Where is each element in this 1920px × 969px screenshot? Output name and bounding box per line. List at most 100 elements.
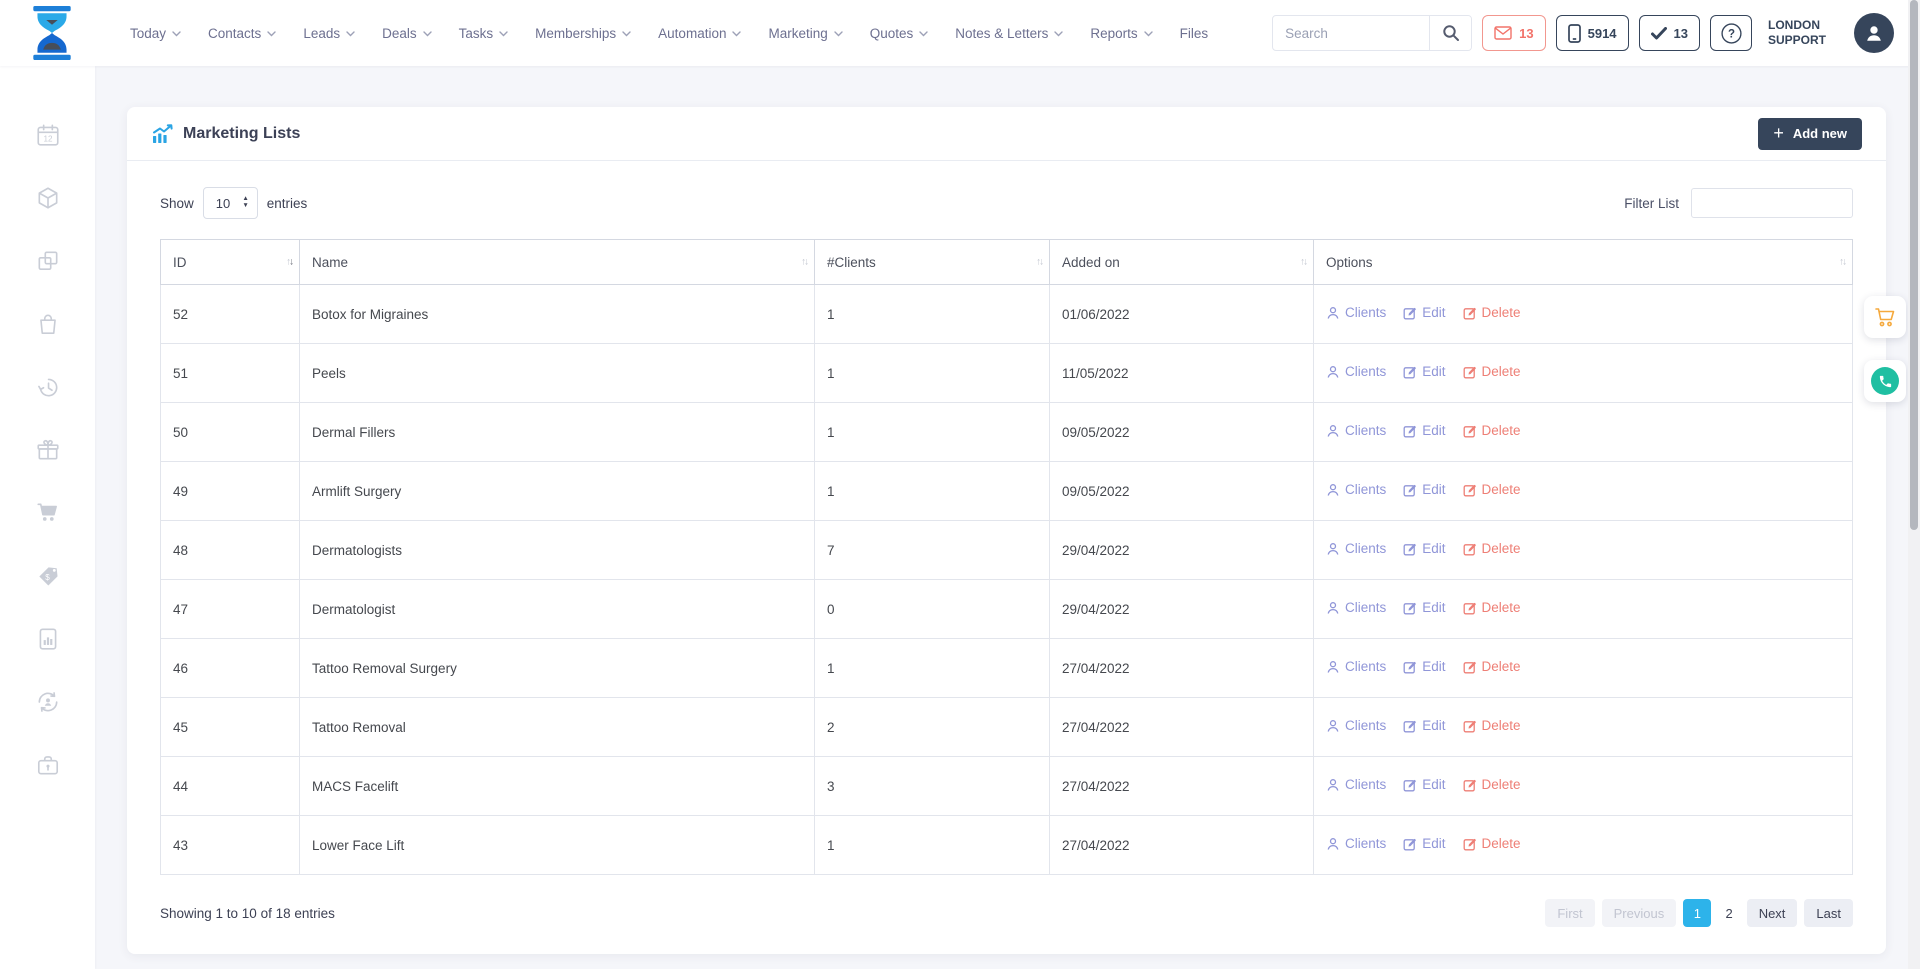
- add-new-button[interactable]: + Add new: [1758, 118, 1862, 150]
- avatar[interactable]: [1854, 13, 1894, 53]
- sidebar-user-sync-icon[interactable]: [35, 689, 61, 715]
- edit-link[interactable]: Edit: [1403, 482, 1445, 497]
- messages-badge[interactable]: 13: [1482, 15, 1545, 51]
- delete-link[interactable]: Delete: [1463, 541, 1521, 556]
- delete-link[interactable]: Delete: [1463, 305, 1521, 320]
- clients-link[interactable]: Clients: [1326, 423, 1386, 438]
- topbar: Today Contacts Leads Deals Tasks Memberships A…: [0, 0, 1920, 66]
- delete-link[interactable]: Delete: [1463, 718, 1521, 733]
- person-icon: [1326, 483, 1340, 497]
- edit-link[interactable]: Edit: [1403, 364, 1445, 379]
- person-icon: [1326, 660, 1340, 674]
- main-content: Marketing Lists + Add new Show 10 ▲▼ ent…: [95, 66, 1920, 969]
- nav-item-quotes[interactable]: Quotes: [870, 26, 929, 41]
- nav-item-automation[interactable]: Automation: [658, 26, 741, 41]
- nav-item-today[interactable]: Today: [130, 26, 181, 41]
- help-button[interactable]: ?: [1710, 15, 1752, 51]
- sidebar-report-icon[interactable]: [35, 626, 61, 652]
- delete-link[interactable]: Delete: [1463, 364, 1521, 379]
- delete-link[interactable]: Delete: [1463, 482, 1521, 497]
- sidebar-history-icon[interactable]: [35, 374, 61, 400]
- pagination-1[interactable]: 1: [1683, 899, 1711, 927]
- delete-link[interactable]: Delete: [1463, 600, 1521, 615]
- column-header-clients[interactable]: #Clients↑↓: [815, 240, 1050, 285]
- clients-link[interactable]: Clients: [1326, 482, 1386, 497]
- edit-square-icon: [1403, 424, 1417, 438]
- sidebar-package-icon[interactable]: [35, 185, 61, 211]
- clients-link[interactable]: Clients: [1326, 305, 1386, 320]
- search-box: [1272, 15, 1472, 51]
- nav-item-deals[interactable]: Deals: [382, 26, 432, 41]
- clients-link[interactable]: Clients: [1326, 836, 1386, 851]
- pagination-2[interactable]: 2: [1718, 899, 1739, 927]
- nav-item-files[interactable]: Files: [1180, 26, 1209, 41]
- sidebar-cart-icon[interactable]: [35, 500, 61, 526]
- edit-link[interactable]: Edit: [1403, 305, 1445, 320]
- column-header-name[interactable]: Name↑↓: [300, 240, 815, 285]
- search-input[interactable]: [1273, 26, 1429, 41]
- column-header-options[interactable]: Options↑↓: [1314, 240, 1853, 285]
- pagination-last[interactable]: Last: [1804, 899, 1853, 927]
- table-footer: Showing 1 to 10 of 18 entries FirstPrevi…: [127, 875, 1886, 927]
- edit-link[interactable]: Edit: [1403, 836, 1445, 851]
- chart-icon: [151, 124, 173, 144]
- sidebar-price-tag-icon[interactable]: $: [35, 563, 61, 589]
- column-header-added-on[interactable]: Added on↑↓: [1050, 240, 1314, 285]
- floating-phone-button[interactable]: [1864, 360, 1906, 402]
- delete-link-label: Delete: [1482, 836, 1521, 851]
- edit-link[interactable]: Edit: [1403, 777, 1445, 792]
- table-row: 45Tattoo Removal227/04/2022ClientsEditDe…: [161, 698, 1853, 757]
- nav-item-tasks[interactable]: Tasks: [459, 26, 509, 41]
- scrollbar[interactable]: [1908, 0, 1920, 969]
- table-row: 48Dermatologists729/04/2022ClientsEditDe…: [161, 521, 1853, 580]
- sidebar-calendar-icon[interactable]: 12: [35, 122, 61, 148]
- delete-link[interactable]: Delete: [1463, 836, 1521, 851]
- nav-item-notes-letters[interactable]: Notes & Letters: [955, 26, 1063, 41]
- cell-options: Clients Edit Delete: [1314, 285, 1853, 344]
- clients-link[interactable]: Clients: [1326, 659, 1386, 674]
- cell-id: 45: [161, 698, 300, 757]
- sidebar-briefcase-icon[interactable]: [35, 752, 61, 778]
- calls-badge[interactable]: 5914: [1556, 15, 1629, 51]
- pagination-next[interactable]: Next: [1747, 899, 1798, 927]
- pagination-previous: Previous: [1602, 899, 1677, 927]
- edit-link-label: Edit: [1422, 718, 1445, 733]
- tasks-badge[interactable]: 13: [1639, 15, 1700, 51]
- sidebar-shopping-bag-icon[interactable]: [35, 311, 61, 337]
- edit-link[interactable]: Edit: [1403, 423, 1445, 438]
- sidebar-gift-icon[interactable]: [35, 437, 61, 463]
- edit-square-icon: [1403, 483, 1417, 497]
- delete-link[interactable]: Delete: [1463, 423, 1521, 438]
- delete-link[interactable]: Delete: [1463, 777, 1521, 792]
- edit-square-icon: [1463, 601, 1477, 615]
- cart-icon: [1873, 306, 1897, 328]
- page-size-select[interactable]: 10 ▲▼: [203, 187, 258, 219]
- nav-item-label: Notes & Letters: [955, 26, 1048, 41]
- delete-link[interactable]: Delete: [1463, 659, 1521, 674]
- clients-link[interactable]: Clients: [1326, 364, 1386, 379]
- nav-item-label: Automation: [658, 26, 726, 41]
- nav-item-reports[interactable]: Reports: [1090, 26, 1152, 41]
- clients-link[interactable]: Clients: [1326, 718, 1386, 733]
- page-size-control: Show 10 ▲▼ entries: [160, 187, 307, 219]
- search-button[interactable]: [1429, 16, 1471, 50]
- nav-item-leads[interactable]: Leads: [303, 26, 355, 41]
- edit-link[interactable]: Edit: [1403, 718, 1445, 733]
- edit-link[interactable]: Edit: [1403, 659, 1445, 674]
- nav-item-contacts[interactable]: Contacts: [208, 26, 276, 41]
- edit-link[interactable]: Edit: [1403, 541, 1445, 556]
- nav-item-memberships[interactable]: Memberships: [535, 26, 631, 41]
- scrollbar-thumb[interactable]: [1910, 0, 1918, 530]
- floating-cart-button[interactable]: [1864, 296, 1906, 338]
- clients-link[interactable]: Clients: [1326, 541, 1386, 556]
- clients-link[interactable]: Clients: [1326, 777, 1386, 792]
- nav-item-marketing[interactable]: Marketing: [768, 26, 842, 41]
- clients-link[interactable]: Clients: [1326, 600, 1386, 615]
- sidebar-copy-icon[interactable]: [35, 248, 61, 274]
- edit-link[interactable]: Edit: [1403, 600, 1445, 615]
- filter-input[interactable]: [1691, 188, 1853, 218]
- app-logo[interactable]: [26, 6, 78, 60]
- edit-square-icon: [1403, 601, 1417, 615]
- column-header-id[interactable]: ID↑↓: [161, 240, 300, 285]
- card-header: Marketing Lists + Add new: [127, 107, 1886, 161]
